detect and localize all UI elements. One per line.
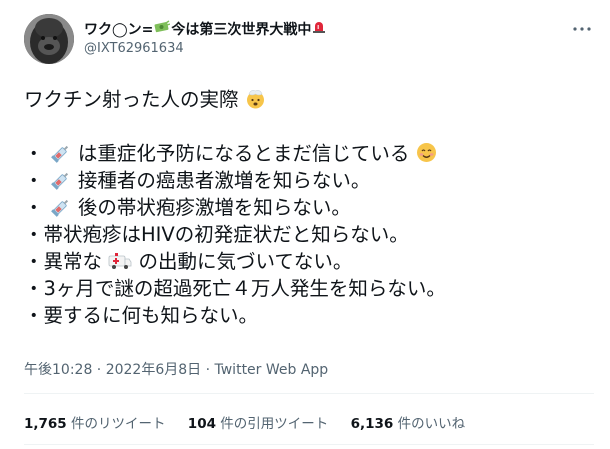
tweet-line-text: の出動に気づいてない。 [138, 250, 353, 273]
tweet-card: ワク◯ン= 今は第三次世界大戦中 @IXT62961634 ワクチン射った人の実… [0, 0, 610, 449]
tweet-line: ・ は重症化予防になるとまだ信じている [24, 140, 594, 167]
bullet: ・ [24, 223, 44, 246]
syringe-emoji-icon [50, 143, 72, 170]
retweets-label: 件のリツイート [71, 416, 166, 432]
likes-stat[interactable]: 6,136 件のいいね [351, 412, 466, 432]
retweets-count: 1,765 [24, 416, 67, 432]
source-app-link[interactable]: Twitter Web App [215, 362, 329, 378]
retweets-stat[interactable]: 1,765 件のリツイート [24, 412, 166, 432]
divider [24, 393, 594, 394]
exploding-head-emoji-icon [245, 88, 266, 116]
tweet-line: ワクチン射った人の実際 [24, 86, 594, 113]
tweet-line-text: 帯状疱疹はHIVの初発症状だと知らない。 [43, 223, 409, 246]
syringe-emoji-icon [50, 170, 72, 197]
tweet-meta: 午後10:28 · 2022年6月8日 · Twitter Web App [24, 359, 328, 379]
quotes-label: 件の引用ツイート [220, 416, 329, 432]
tweet-line-text: 後の帯状疱疹激増を知らない。 [77, 196, 351, 219]
tweet-line-text: は重症化予防になるとまだ信じている [77, 142, 410, 165]
tweet-stats: 1,765 件のリツイート 104 件の引用ツイート 6,136 件のいいね [24, 412, 483, 432]
bullet: ・ [24, 277, 44, 300]
likes-label: 件のいいね [397, 416, 466, 432]
smile-emoji-icon [416, 142, 437, 170]
bullet: ・ [24, 196, 44, 219]
bullet: ・ [24, 304, 44, 327]
tweet-line-text: 接種者の癌患者激増を知らない。 [77, 169, 371, 192]
money-emoji-icon [154, 20, 171, 38]
tweet-text: ワクチン射った人の実際 ・ は重症化予防になるとまだ信じている ・ 接種者の癌患… [24, 86, 594, 329]
quotes-stat[interactable]: 104 件の引用ツイート [188, 412, 328, 432]
tweet-line-text: 要するに何も知らない。 [43, 304, 259, 327]
tweet-line-text: 異常な [43, 250, 103, 273]
tweet-line: ・帯状疱疹はHIVの初発症状だと知らない。 [24, 221, 594, 248]
display-name-suffix: 今は第三次世界大戦中 [171, 22, 312, 38]
bullet: ・ [24, 142, 44, 165]
more-options-icon[interactable] [570, 19, 594, 39]
tweet-line: ・3ヶ月で謎の超過死亡４万人発生を知らない。 [24, 275, 594, 302]
tweet-line: ・要するに何も知らない。 [24, 302, 594, 329]
ambulance-emoji-icon [108, 251, 132, 278]
likes-count: 6,136 [350, 416, 394, 432]
bullet: ・ [24, 250, 44, 273]
syringe-emoji-icon [50, 197, 72, 224]
bullet: ・ [24, 169, 44, 192]
tweet-line: ・ 接種者の癌患者激増を知らない。 [24, 167, 594, 194]
tweet-line: ・ 後の帯状疱疹激増を知らない。 [24, 194, 594, 221]
avatar[interactable] [24, 14, 74, 64]
meta-separator: · [201, 362, 215, 378]
quotes-count: 104 [187, 416, 216, 432]
siren-emoji-icon [312, 20, 326, 38]
display-name[interactable]: ワク◯ン= 今は第三次世界大戦中 [84, 19, 327, 39]
divider [24, 444, 594, 445]
tweet-timestamp[interactable]: 午後10:28 · 2022年6月8日 [24, 362, 201, 378]
tweet-line: ・異常な の出動に気づいてない。 [24, 248, 594, 275]
gorilla-avatar-image [24, 14, 74, 64]
user-handle[interactable]: @IXT62961634 [84, 41, 184, 56]
tweet-line-text: 3ヶ月で謎の超過死亡４万人発生を知らない。 [43, 277, 446, 300]
tweet-line-text: ワクチン射った人の実際 [24, 88, 239, 111]
display-name-prefix: ワク◯ン= [84, 22, 154, 38]
